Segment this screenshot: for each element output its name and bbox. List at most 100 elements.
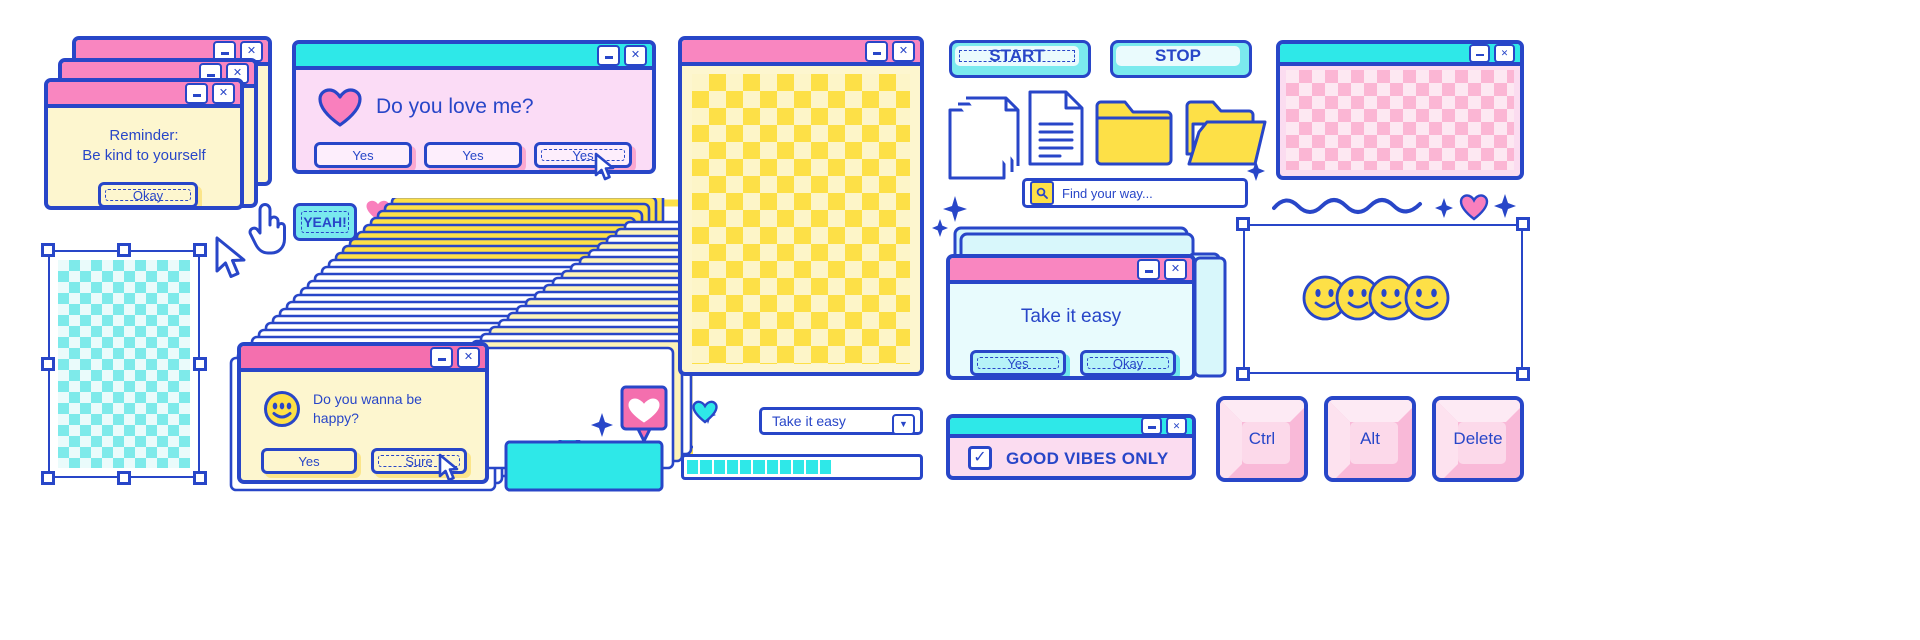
window-body: Reminder: Be kind to yourself Okay: [48, 108, 240, 206]
key-alt[interactable]: Alt: [1324, 396, 1416, 482]
titlebar[interactable]: ✕: [296, 44, 652, 70]
heart-cyan-small-icon: [692, 400, 718, 429]
okay-button-label: Okay: [132, 187, 164, 203]
key-ctrl[interactable]: Ctrl: [1216, 396, 1308, 482]
key-delete-label: Delete: [1453, 429, 1503, 448]
titlebar[interactable]: ✕: [241, 346, 485, 372]
resize-handle-sw[interactable]: [1236, 367, 1250, 381]
good-vibes-label: GOOD VIBES ONLY: [1006, 449, 1169, 468]
search-field[interactable]: Find your way...: [1022, 178, 1248, 208]
window-body: [1280, 66, 1520, 176]
yes-button-2[interactable]: Yes: [424, 142, 522, 168]
cursor-arrow-icon: [594, 152, 616, 187]
search-input-text[interactable]: Find your way...: [1062, 186, 1153, 201]
titlebar[interactable]: ✕: [48, 82, 240, 108]
love-heading: Do you love me?: [376, 95, 534, 118]
titlebar[interactable]: ✕: [682, 40, 920, 66]
good-vibes-window[interactable]: ✕ ✓ GOOD VIBES ONLY: [946, 414, 1196, 480]
reminder-line-2: Be kind to yourself: [82, 147, 206, 164]
key-ctrl-label: Ctrl: [1248, 429, 1276, 448]
yes-button-label: Yes: [298, 453, 320, 469]
take-it-easy-heading: Take it easy: [1020, 306, 1122, 327]
yes-button-label: Yes: [1007, 355, 1029, 371]
okay-button-label: Okay: [1112, 355, 1144, 371]
minimize-button[interactable]: [865, 40, 888, 62]
sparkle-icon-1: [590, 412, 614, 443]
yes-button-1-label: Yes: [352, 147, 374, 163]
reminder-text: Reminder: Be kind to yourself: [48, 126, 240, 166]
dropdown-select[interactable]: Take it easy ▼: [759, 407, 923, 435]
resize-handle-sw[interactable]: [41, 471, 55, 485]
smiley-icon: [263, 390, 301, 433]
yes-button-1[interactable]: Yes: [314, 142, 412, 168]
resize-handle-s[interactable]: [117, 471, 131, 485]
window-body: Take it easy Yes Okay: [950, 284, 1192, 376]
resize-handle-e[interactable]: [193, 357, 207, 371]
cyan-checker-selection[interactable]: [41, 243, 207, 485]
minimize-button[interactable]: [430, 346, 453, 368]
resize-handle-se[interactable]: [1516, 367, 1530, 381]
yes-button[interactable]: Yes: [970, 350, 1066, 376]
start-button[interactable]: START: [949, 40, 1091, 78]
take-it-easy-window[interactable]: ✕ Take it easy Yes Okay: [946, 254, 1196, 380]
minimize-button[interactable]: [1141, 418, 1162, 435]
progress-fill: [687, 460, 831, 474]
sure-button-label: Sure: [405, 453, 433, 469]
resize-handle-nw[interactable]: [41, 243, 55, 257]
titlebar[interactable]: ✕: [950, 258, 1192, 284]
key-delete[interactable]: Delete: [1432, 396, 1524, 482]
resize-handle-ne[interactable]: [1516, 217, 1530, 231]
okay-button[interactable]: Okay: [1080, 350, 1176, 376]
titlebar[interactable]: ✕: [950, 418, 1192, 438]
sparkle-icon-7: [1493, 193, 1517, 224]
happy-line-2: happy?: [313, 410, 359, 426]
reminder-window[interactable]: ✕ Reminder: Be kind to yourself Okay: [44, 78, 244, 210]
stop-button[interactable]: STOP: [1110, 40, 1252, 78]
sparkle-icon-5: [1246, 160, 1266, 187]
yes-button[interactable]: Yes: [261, 448, 357, 474]
close-button[interactable]: ✕: [212, 82, 235, 104]
minimize-button[interactable]: [597, 44, 620, 66]
minimize-button[interactable]: [1137, 258, 1160, 280]
reminder-line-1: Reminder:: [109, 127, 179, 144]
close-button[interactable]: ✕: [1164, 258, 1187, 280]
close-button[interactable]: ✕: [457, 346, 480, 368]
happy-text: Do you wanna be happy?: [313, 390, 422, 428]
resize-handle-w[interactable]: [41, 357, 55, 371]
close-button[interactable]: ✕: [624, 44, 647, 66]
resize-handle-n[interactable]: [117, 243, 131, 257]
folder-closed-icon[interactable]: [1095, 94, 1173, 171]
yes-button-2-label: Yes: [462, 147, 484, 163]
resize-handle-se[interactable]: [193, 471, 207, 485]
titlebar[interactable]: ✕: [1280, 44, 1520, 66]
key-alt-label: Alt: [1360, 429, 1380, 448]
squiggle-line: [1272, 196, 1424, 223]
checkbox-check-icon: ✓: [973, 449, 987, 466]
smiley-selection-frame[interactable]: [1236, 217, 1530, 381]
yes-button-3[interactable]: Yes: [534, 142, 632, 168]
minimize-button[interactable]: [185, 82, 208, 104]
good-vibes-checkbox[interactable]: ✓: [968, 446, 992, 470]
heart-icon: [318, 88, 362, 133]
yellow-checker-window[interactable]: ✕: [678, 36, 924, 376]
close-button[interactable]: ✕: [1494, 44, 1515, 63]
document-text-icon[interactable]: [1028, 90, 1084, 171]
stop-button-label: STOP: [1155, 46, 1201, 65]
yes-button-3-label: Yes: [572, 147, 594, 163]
minimize-button[interactable]: [1469, 44, 1490, 63]
chevron-down-icon[interactable]: ▼: [892, 414, 915, 435]
start-button-label: START: [989, 46, 1045, 65]
heart-pink-icon: [1459, 193, 1489, 226]
window-body: ✓ GOOD VIBES ONLY: [950, 438, 1192, 476]
happy-line-1: Do you wanna be: [313, 391, 422, 407]
progress-bar: [681, 454, 923, 480]
search-icon[interactable]: [1030, 181, 1054, 205]
close-button[interactable]: ✕: [892, 40, 915, 62]
cyan-checkerboard-pattern: [58, 260, 190, 468]
documents-stack-icon[interactable]: [948, 96, 1020, 185]
resize-handle-ne[interactable]: [193, 243, 207, 257]
pink-checker-window[interactable]: ✕: [1276, 40, 1524, 180]
okay-button[interactable]: Okay: [98, 182, 198, 206]
close-button[interactable]: ✕: [1166, 418, 1187, 435]
resize-handle-nw[interactable]: [1236, 217, 1250, 231]
